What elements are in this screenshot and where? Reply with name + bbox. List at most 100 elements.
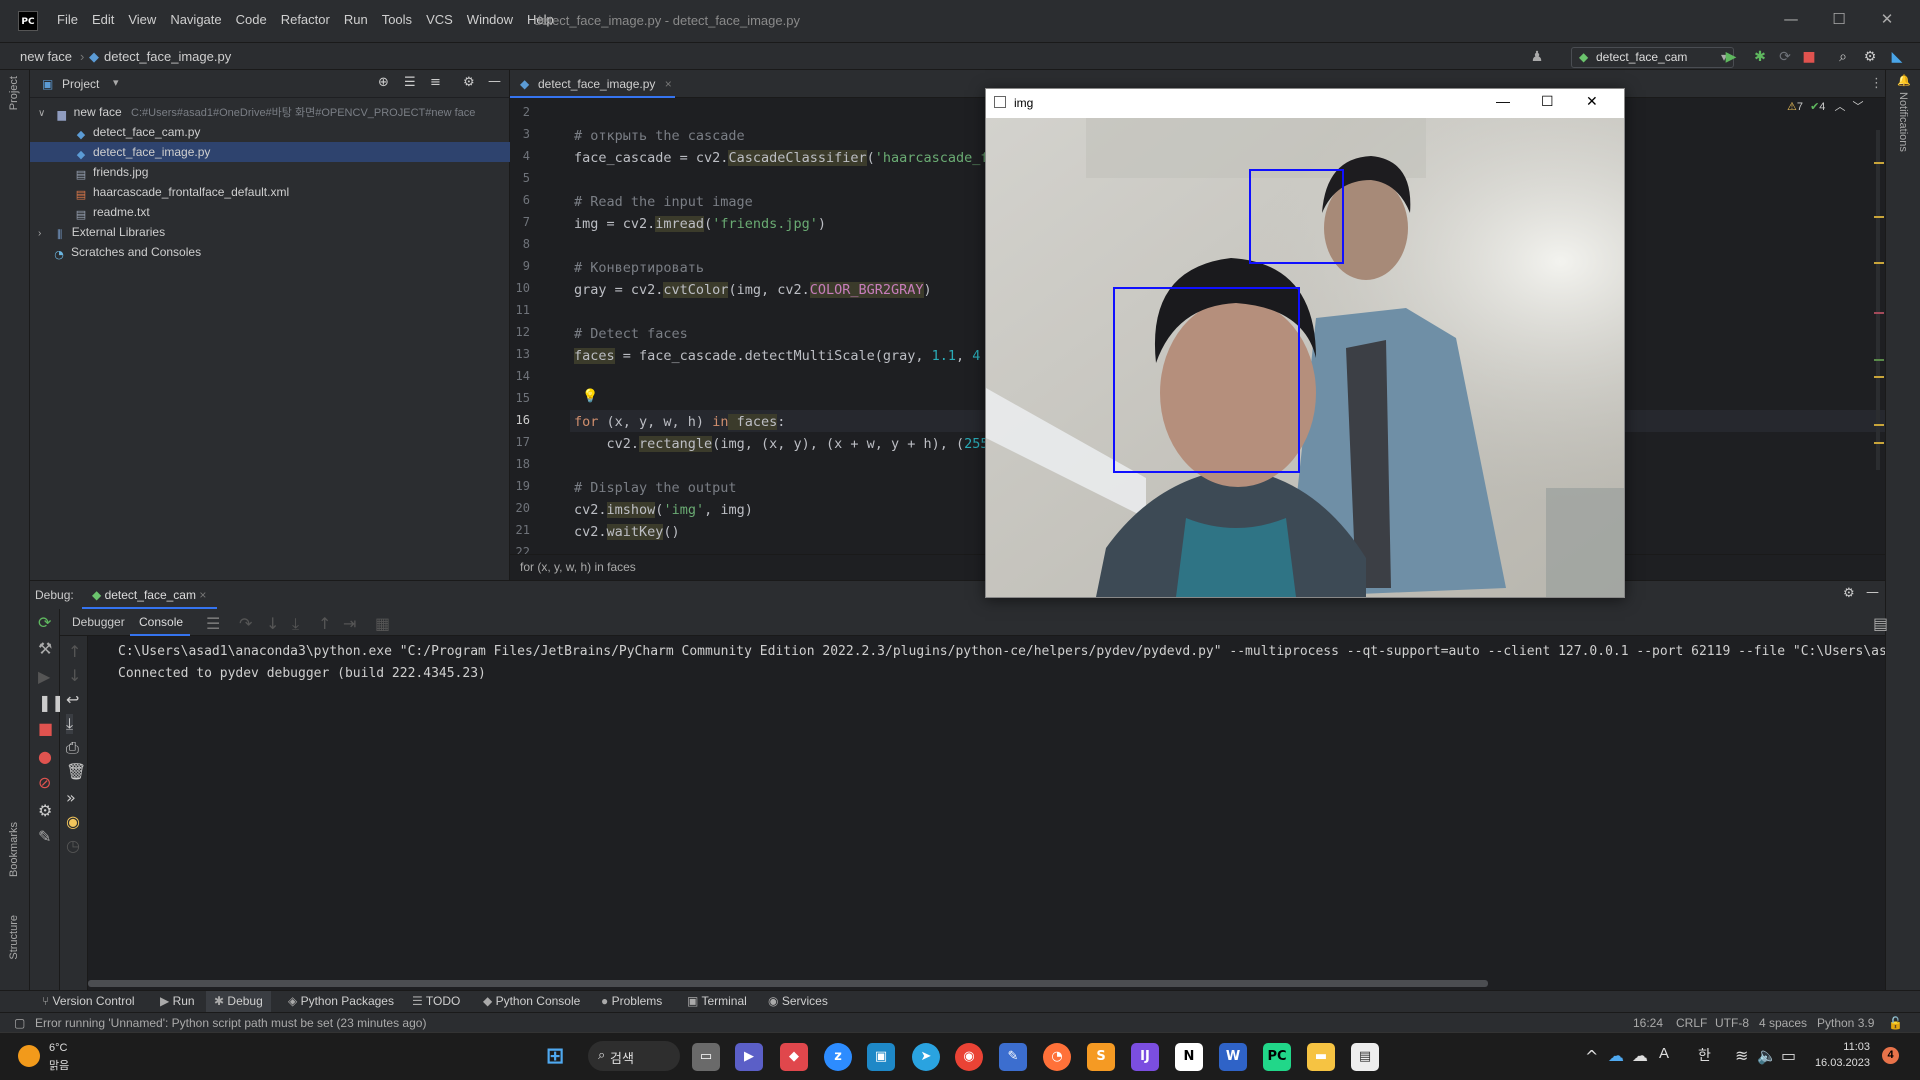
scroll-to-end-icon[interactable]: ⤓ [66, 714, 74, 734]
print-icon[interactable]: ⎙ [66, 738, 79, 758]
opencv-image-window[interactable]: img — ☐ ✕ [985, 88, 1625, 598]
evaluate-icon[interactable]: ▦ [375, 614, 390, 633]
history-icon[interactable]: ◷ [66, 836, 80, 855]
zoom-icon[interactable]: z [824, 1043, 852, 1071]
tab-problems[interactable]: ● Problems [601, 994, 662, 1008]
indent-setting[interactable]: 4 spaces [1759, 1016, 1807, 1030]
volume-icon[interactable]: 🔈 [1757, 1046, 1777, 1065]
taskbar-search[interactable]: ⌕ 검색 [588, 1041, 680, 1071]
inspection-widget[interactable]: ⚠7 ✔4 ︿ ﹀ [1787, 98, 1864, 114]
stop-icon[interactable]: ■ [38, 719, 53, 738]
debug-session-tab[interactable]: ◆ detect_face_cam × [82, 581, 217, 609]
coverage-icon[interactable]: ⟳ [1776, 48, 1794, 66]
tab-debug[interactable]: ✱ Debug [206, 991, 271, 1013]
ime-language[interactable]: A [1659, 1045, 1669, 1062]
menu-navigate[interactable]: Navigate [163, 12, 228, 27]
notepad-icon[interactable]: ▤ [1351, 1043, 1379, 1071]
caret-position[interactable]: 16:24 [1633, 1016, 1663, 1030]
more-icon[interactable]: ⋮ [1870, 76, 1883, 91]
gear-icon[interactable]: ⚙ [1843, 586, 1855, 601]
run-config-selector[interactable]: ◆ detect_face_cam ▾ [1571, 47, 1734, 68]
tree-item[interactable]: ▤ readme.txt [30, 202, 510, 222]
remote-desktop-icon[interactable]: ▣ [867, 1043, 895, 1071]
hide-panel-icon[interactable]: — [1866, 585, 1879, 600]
list-icon[interactable]: ☰ [206, 614, 220, 633]
close-icon[interactable]: ✕ [1586, 93, 1598, 110]
onedrive-icon[interactable]: ☁ [1608, 1046, 1624, 1065]
clock-date[interactable]: 16.03.2023 [1808, 1057, 1870, 1069]
console-output[interactable]: C:\Users\asad1\anaconda3\python.exe "C:/… [88, 636, 1885, 976]
minimize-icon[interactable]: — [1496, 93, 1510, 109]
python-interpreter[interactable]: Python 3.9 [1817, 1016, 1874, 1030]
tool-window-structure[interactable]: Structure [8, 915, 20, 960]
step-into-my-code-icon[interactable]: ⤓ [292, 614, 299, 634]
run-icon[interactable]: ▶ [1722, 48, 1740, 66]
layout-icon[interactable]: ▤ [1873, 614, 1888, 633]
search-icon[interactable]: ⌕ [1834, 48, 1852, 66]
chevron-down-icon[interactable]: ▾ [113, 76, 119, 89]
pin-icon[interactable]: ✎ [38, 827, 51, 846]
notification-badge[interactable]: 4 [1882, 1047, 1899, 1064]
tool-window-project[interactable]: Project [8, 76, 20, 110]
tree-item-selected[interactable]: ◆ detect_face_image.py [30, 142, 510, 162]
menu-run[interactable]: Run [337, 12, 375, 27]
view-breakpoints-icon[interactable]: ● [38, 747, 52, 766]
minimize-icon[interactable]: — [1780, 10, 1802, 32]
chrome-icon[interactable]: ◉ [955, 1043, 983, 1071]
file-explorer-icon[interactable]: ▬ [1307, 1043, 1335, 1071]
battery-icon[interactable]: ▭ [1781, 1046, 1796, 1065]
breadcrumb-file[interactable]: detect_face_image.py [104, 49, 231, 64]
hide-panel-icon[interactable]: — [488, 74, 501, 89]
down-icon[interactable]: ↓ [68, 666, 81, 685]
lock-icon[interactable]: 🔓 [1888, 1016, 1903, 1030]
tab-services[interactable]: ◉ Services [768, 994, 828, 1008]
rerun-icon[interactable]: ⟳ [38, 613, 51, 632]
trash-icon[interactable]: 🗑 [66, 762, 86, 781]
clock-time[interactable]: 11:03 [1822, 1041, 1870, 1053]
notion-icon[interactable]: N [1175, 1043, 1203, 1071]
weather-desc[interactable]: 맑음 [49, 1057, 69, 1073]
close-tab-icon[interactable]: × [199, 588, 206, 602]
expand-all-icon[interactable]: ☰ [404, 75, 416, 90]
locate-icon[interactable]: ⊕ [378, 75, 389, 90]
tree-item[interactable]: ▤ haarcascade_frontalface_default.xml [30, 182, 510, 202]
chevron-up-icon[interactable]: ︿ [1834, 101, 1845, 113]
editor-app-icon[interactable]: ✎ [999, 1043, 1027, 1071]
tab-version-control[interactable]: ⑂ Version Control [42, 994, 135, 1008]
execute-icon[interactable]: » [66, 788, 76, 807]
weather-temp[interactable]: 6°C [49, 1042, 67, 1054]
tab-terminal[interactable]: ▣ Terminal [687, 994, 747, 1008]
webstorm-icon[interactable]: W [1219, 1043, 1247, 1071]
wifi-icon[interactable]: ≋ [1735, 1046, 1748, 1065]
breadcrumb-project[interactable]: new face [20, 49, 72, 64]
sublime-icon[interactable]: S [1087, 1043, 1115, 1071]
tool-window-notifications[interactable]: Notifications [1897, 92, 1909, 152]
tree-item-external[interactable]: › ⫼ External Libraries [30, 222, 510, 242]
menu-vcs[interactable]: VCS [419, 12, 460, 27]
step-out-icon[interactable]: ↑ [318, 614, 331, 633]
tree-item[interactable]: ▤ friends.jpg [30, 162, 510, 182]
teams-icon[interactable]: ▶ [735, 1043, 763, 1071]
editor-scrollbar[interactable] [1876, 130, 1880, 470]
gear-icon[interactable]: ⚙ [38, 801, 52, 820]
debug-icon[interactable]: ✱ [1751, 48, 1769, 66]
user-icon[interactable]: ♟ [1528, 48, 1546, 66]
anydesk-icon[interactable]: ◆ [780, 1043, 808, 1071]
pycharm-taskbar-icon[interactable]: PC [1263, 1043, 1291, 1071]
stop-icon[interactable]: ■ [1800, 48, 1818, 66]
step-over-icon[interactable]: ↷ [239, 614, 252, 633]
tab-run[interactable]: ▶ Run [160, 994, 195, 1008]
menu-window[interactable]: Window [460, 12, 520, 27]
bell-icon[interactable]: 🔔 [1897, 74, 1911, 87]
menu-code[interactable]: Code [229, 12, 274, 27]
windows-start-icon[interactable]: ⊞ [541, 1043, 569, 1071]
tab-console[interactable]: Console [130, 609, 190, 636]
menu-edit[interactable]: Edit [85, 12, 121, 27]
tree-root[interactable]: ∨ ▆ new face C:#Users#asad1#OneDrive#바탕 화… [30, 102, 510, 122]
plugin-icon[interactable]: ◣ [1888, 48, 1906, 66]
menu-view[interactable]: View [121, 12, 163, 27]
telegram-icon[interactable]: ➤ [912, 1043, 940, 1071]
gear-icon[interactable]: ⚙ [463, 75, 475, 90]
step-into-icon[interactable]: ↓ [266, 614, 279, 633]
horizontal-scrollbar[interactable] [88, 980, 1488, 987]
